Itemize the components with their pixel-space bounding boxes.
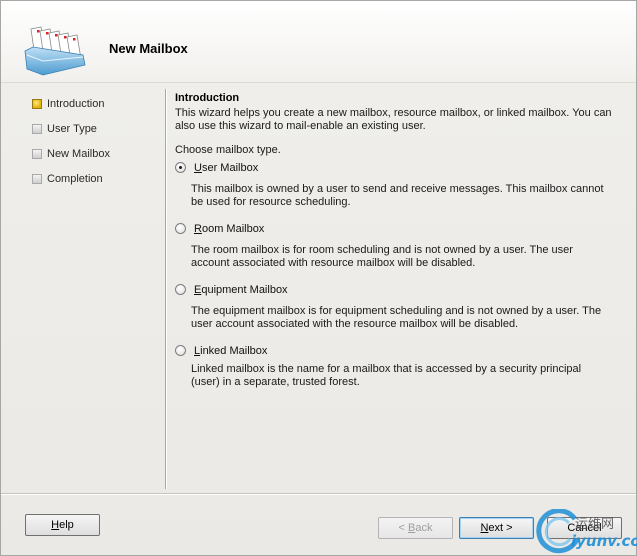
next-button[interactable]: Next > bbox=[459, 517, 534, 539]
watermark-url: iyunv.com bbox=[571, 532, 637, 550]
option-label[interactable]: Linked Mailbox bbox=[175, 345, 615, 357]
option-description: Linked mailbox is the name for a mailbox… bbox=[191, 363, 582, 388]
wizard-content: Introduction This wizard helps you creat… bbox=[175, 92, 615, 389]
step-label: New Mailbox bbox=[47, 148, 110, 160]
wizard-window: New Mailbox Introduction User Type New M… bbox=[0, 0, 637, 556]
step-label: Introduction bbox=[47, 98, 105, 110]
radio-room-mailbox[interactable] bbox=[175, 223, 186, 234]
option-label[interactable]: Room Mailbox bbox=[175, 223, 615, 235]
option-linked-mailbox[interactable]: Linked Mailbox Linked mailbox is the nam… bbox=[175, 345, 615, 389]
help-button[interactable]: Help bbox=[25, 514, 100, 536]
footer-divider bbox=[1, 493, 636, 495]
option-description: This mailbox is owned by a user to send … bbox=[191, 183, 604, 208]
step-pending-icon bbox=[32, 174, 42, 184]
option-equipment-mailbox[interactable]: Equipment Mailbox The equipment mailbox … bbox=[175, 284, 615, 331]
step-label: Completion bbox=[47, 173, 103, 185]
nav-divider bbox=[165, 89, 167, 489]
radio-user-mailbox[interactable] bbox=[175, 162, 186, 173]
new-mailbox-icon bbox=[24, 26, 86, 76]
step-pending-icon bbox=[32, 149, 42, 159]
step-label: User Type bbox=[47, 123, 97, 135]
step-pending-icon bbox=[32, 124, 42, 134]
intro-text: This wizard helps you create a new mailb… bbox=[175, 107, 612, 132]
step-current-icon bbox=[32, 99, 42, 109]
wizard-steps: Introduction User Type New Mailbox Compl… bbox=[29, 97, 159, 197]
choose-type-label: Choose mailbox type. bbox=[175, 144, 281, 156]
radio-linked-mailbox[interactable] bbox=[175, 345, 186, 356]
back-button[interactable]: < Back bbox=[378, 517, 453, 539]
option-user-mailbox[interactable]: User Mailbox This mailbox is owned by a … bbox=[175, 162, 615, 209]
step-user-type: User Type bbox=[29, 122, 159, 147]
step-new-mailbox: New Mailbox bbox=[29, 147, 159, 172]
option-room-mailbox[interactable]: Room Mailbox The room mailbox is for roo… bbox=[175, 223, 615, 270]
step-introduction: Introduction bbox=[29, 97, 159, 122]
section-title: Introduction bbox=[175, 92, 240, 104]
step-completion: Completion bbox=[29, 172, 159, 197]
option-label[interactable]: User Mailbox bbox=[175, 162, 615, 174]
radio-equipment-mailbox[interactable] bbox=[175, 284, 186, 295]
wizard-header: New Mailbox bbox=[1, 1, 636, 83]
option-label[interactable]: Equipment Mailbox bbox=[175, 284, 615, 296]
option-description: The equipment mailbox is for equipment s… bbox=[191, 305, 602, 330]
site-watermark: 运维网 iyunv.com bbox=[535, 509, 637, 555]
option-description: The room mailbox is for room scheduling … bbox=[191, 244, 573, 269]
page-title: New Mailbox bbox=[109, 41, 188, 56]
watermark-chinese: 运维网 bbox=[575, 517, 615, 532]
